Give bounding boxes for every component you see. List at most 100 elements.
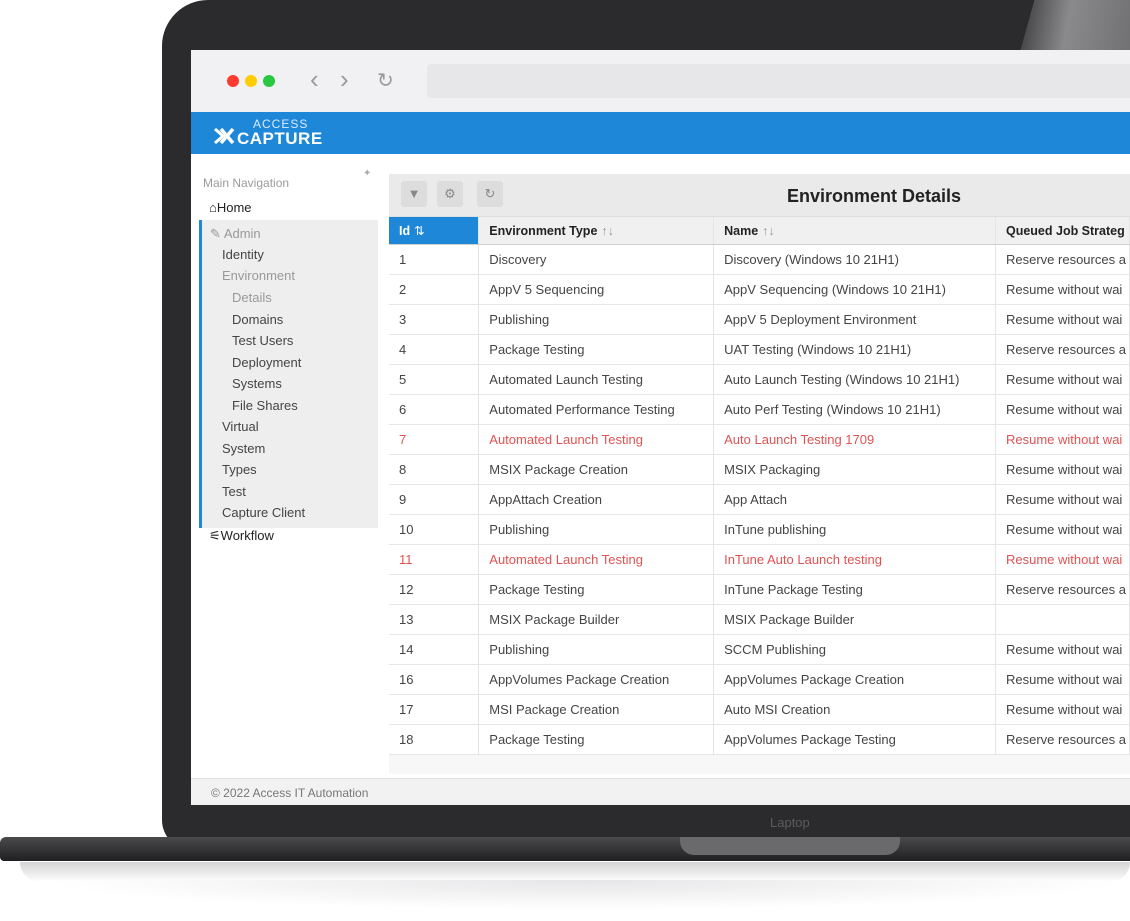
table-row[interactable]: 18 Package Testing AppVolumes Package Test… xyxy=(389,724,1130,755)
table-row[interactable]: 8 MSIX Package Creation MSIX Packaging Resu… xyxy=(389,454,1130,485)
filter-icon[interactable]: ▼ xyxy=(401,181,427,207)
cell-queued-job-strategy: Resume without wai xyxy=(995,544,1130,575)
sidebar-item-file-shares[interactable]: File Shares xyxy=(232,398,298,413)
table-header-row: Id ⇅ Environment Type ↑↓ Name ↑↓ Queued Job… xyxy=(389,217,1130,245)
cell-environment-type: Automated Performance Testing xyxy=(478,394,715,425)
table-row[interactable]: 6 Automated Performance Testing Auto Perf … xyxy=(389,394,1130,425)
cell-name: MSIX Package Builder xyxy=(713,604,996,635)
panel-toolbar: ▼ ⚙ ↻ Environment Details xyxy=(389,174,1130,217)
cell-queued-job-strategy xyxy=(995,604,1130,635)
column-header-name[interactable]: Name ↑↓ xyxy=(713,217,996,245)
laptop-base xyxy=(0,837,1130,861)
sidebar-item-test[interactable]: Test xyxy=(222,484,246,499)
cell-queued-job-strategy: Reserve resources a xyxy=(995,574,1130,605)
sidebar-item-systems[interactable]: Systems xyxy=(232,376,282,391)
sidebar-item-domains[interactable]: Domains xyxy=(232,312,283,327)
cell-id: 8 xyxy=(389,454,480,485)
table-row[interactable]: 1 Discovery Discovery (Windows 10 21H1) Res… xyxy=(389,244,1130,275)
table-row[interactable]: 10 Publishing InTune publishing Resume with… xyxy=(389,514,1130,545)
cell-queued-job-strategy: Resume without wai xyxy=(995,424,1130,455)
cell-environment-type: AppAttach Creation xyxy=(478,484,715,515)
sidebar-item-test-users[interactable]: Test Users xyxy=(232,333,293,348)
panel-title: Environment Details xyxy=(787,186,962,206)
sidebar-home-label: Home xyxy=(216,200,252,215)
cell-id: 6 xyxy=(389,394,480,425)
column-header-environment-type[interactable]: Environment Type ↑↓ xyxy=(478,217,715,245)
cell-queued-job-strategy: Reserve resources a xyxy=(995,244,1130,275)
cell-queued-job-strategy: Resume without wai xyxy=(995,694,1130,725)
cell-environment-type: Package Testing xyxy=(478,334,715,365)
sort-icon: ⇅ xyxy=(414,224,425,238)
sidebar-item-details[interactable]: Details xyxy=(232,290,272,305)
app-header: ACCESS CAPTURE xyxy=(191,112,1130,154)
sidebar-workflow-label: Workflow xyxy=(220,528,274,543)
cell-queued-job-strategy: Resume without wai xyxy=(995,364,1130,395)
cell-queued-job-strategy: Reserve resources a xyxy=(995,334,1130,365)
table-row[interactable]: 4 Package Testing UAT Testing (Windows 10 … xyxy=(389,334,1130,365)
cell-name: InTune publishing xyxy=(713,514,996,545)
table-row[interactable]: 7 Automated Launch Testing Auto Launch Tes… xyxy=(389,424,1130,455)
sidebar-admin-label: Admin xyxy=(223,226,261,241)
cell-queued-job-strategy: Resume without wai xyxy=(995,394,1130,425)
cell-environment-type: Automated Launch Testing xyxy=(478,424,715,455)
home-icon: ⌂ xyxy=(209,200,217,215)
sidebar-item-system[interactable]: System xyxy=(222,441,265,456)
pin-icon[interactable]: ✦ xyxy=(363,168,371,179)
wrench-icon: ✎ xyxy=(210,226,221,241)
cell-environment-type: Discovery xyxy=(478,244,715,275)
floor-shadow xyxy=(40,880,1130,910)
cell-id: 7 xyxy=(389,424,480,455)
close-window-button[interactable] xyxy=(227,75,239,87)
cell-name: AppVolumes Package Testing xyxy=(713,724,996,755)
reload-icon[interactable]: ↻ xyxy=(377,68,394,93)
lid-reflection xyxy=(1020,0,1130,52)
sidebar-item-capture-client[interactable]: Capture Client xyxy=(222,505,305,520)
cell-id: 5 xyxy=(389,364,480,395)
column-header-id[interactable]: Id ⇅ xyxy=(389,217,480,245)
table-row[interactable]: 5 Automated Launch Testing Auto Launch Tes… xyxy=(389,364,1130,395)
sidebar-item-environment[interactable]: Environment xyxy=(222,268,295,283)
cell-name: InTune Auto Launch testing xyxy=(713,544,996,575)
cell-queued-job-strategy: Resume without wai xyxy=(995,454,1130,485)
workflow-icon: ⚟ xyxy=(209,528,221,543)
table-row[interactable]: 13 MSIX Package Builder MSIX Package Build… xyxy=(389,604,1130,635)
refresh-icon[interactable]: ↻ xyxy=(477,181,503,207)
laptop-notch xyxy=(680,837,900,855)
table-row[interactable]: 12 Package Testing InTune Package Testing R… xyxy=(389,574,1130,605)
sidebar-item-admin[interactable]: ✎ Admin xyxy=(210,226,261,242)
sidebar-item-identity[interactable]: Identity xyxy=(222,247,264,262)
cell-environment-type: MSI Package Creation xyxy=(478,694,715,725)
table-row[interactable]: 17 MSI Package Creation Auto MSI Creation R… xyxy=(389,694,1130,725)
column-header-strategy-label: Queued Job Strateg xyxy=(1005,223,1125,238)
table-row[interactable]: 14 Publishing SCCM Publishing Resume withou… xyxy=(389,634,1130,665)
logo-x-icon xyxy=(214,127,235,145)
table-row[interactable]: 9 AppAttach Creation App Attach Resume with… xyxy=(389,484,1130,515)
cell-id: 2 xyxy=(389,274,480,305)
settings-icon[interactable]: ⚙ xyxy=(437,181,463,207)
cell-name: SCCM Publishing xyxy=(713,634,996,665)
maximize-window-button[interactable] xyxy=(263,75,275,87)
sidebar-item-workflow[interactable]: ⚟Workflow xyxy=(209,528,274,544)
sort-icon: ↑↓ xyxy=(762,223,775,238)
address-bar[interactable] xyxy=(427,64,1130,98)
sidebar-item-virtual[interactable]: Virtual xyxy=(222,419,259,434)
column-header-queued-job-strategy[interactable]: Queued Job Strateg xyxy=(995,217,1130,245)
cell-name: Auto Launch Testing 1709 xyxy=(713,424,996,455)
cell-id: 1 xyxy=(389,244,480,275)
sidebar-item-home[interactable]: ⌂Home xyxy=(209,200,252,215)
table-row[interactable]: 2 AppV 5 Sequencing AppV Sequencing (Windo… xyxy=(389,274,1130,305)
cell-name: Discovery (Windows 10 21H1) xyxy=(713,244,996,275)
minimize-window-button[interactable] xyxy=(245,75,257,87)
forward-arrow-icon[interactable]: › xyxy=(340,64,349,95)
cell-queued-job-strategy: Resume without wai xyxy=(995,274,1130,305)
sidebar-item-deployment[interactable]: Deployment xyxy=(232,355,301,370)
table-row[interactable]: 11 Automated Launch Testing InTune Auto La… xyxy=(389,544,1130,575)
cell-queued-job-strategy: Resume without wai xyxy=(995,634,1130,665)
table-row[interactable]: 16 AppVolumes Package Creation AppVolumes … xyxy=(389,664,1130,695)
cell-environment-type: AppVolumes Package Creation xyxy=(478,664,715,695)
cell-environment-type: Publishing xyxy=(478,634,715,665)
cell-queued-job-strategy: Resume without wai xyxy=(995,664,1130,695)
table-row[interactable]: 3 Publishing AppV 5 Deployment Environment… xyxy=(389,304,1130,335)
sidebar-item-types[interactable]: Types xyxy=(222,462,257,477)
back-arrow-icon[interactable]: ‹ xyxy=(310,64,319,95)
